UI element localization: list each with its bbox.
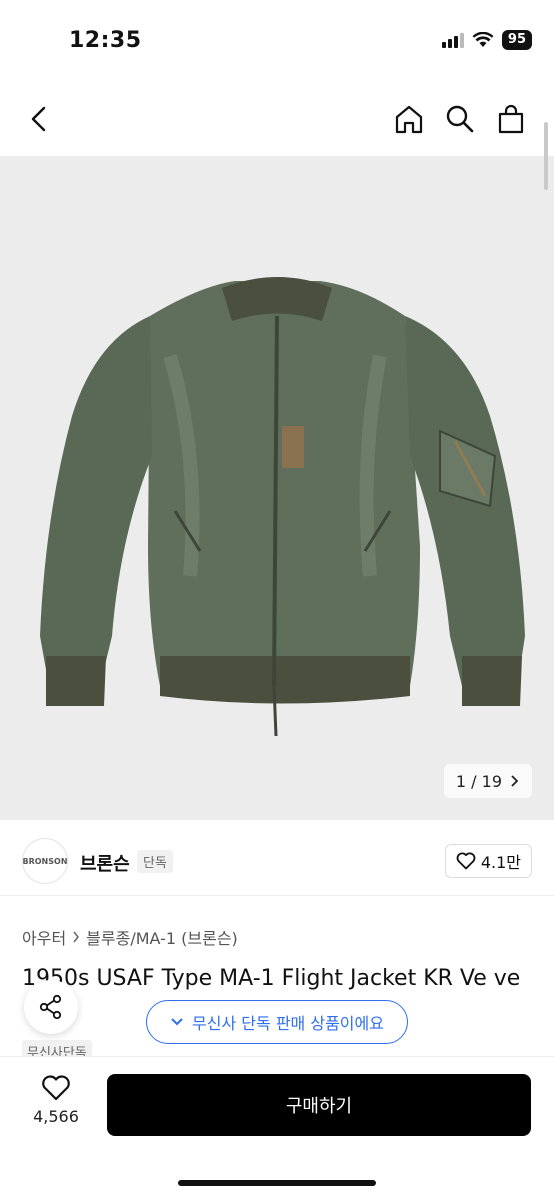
signal-icon	[441, 32, 464, 48]
buy-button[interactable]: 구매하기	[107, 1074, 531, 1136]
brand-name[interactable]: 브론슨	[80, 850, 130, 876]
battery-indicator: 95	[501, 30, 532, 50]
status-bar: 12:35 95	[0, 0, 554, 80]
status-time: 12:35	[69, 28, 142, 53]
status-indicators: 95	[441, 30, 532, 50]
product-image	[40, 277, 525, 737]
chevron-down-icon	[171, 1018, 183, 1026]
brand-row: BRONSON 브론슨 단독 4.1만	[0, 830, 554, 896]
product-title: 1950s USAF Type MA-1 Flight Jacket KR Ve…	[22, 966, 521, 991]
search-icon[interactable]	[443, 102, 477, 136]
breadcrumb-category[interactable]: 아우터	[22, 925, 66, 949]
back-icon[interactable]	[22, 102, 56, 136]
share-button[interactable]	[24, 980, 78, 1034]
bottom-action-bar: 4,566 구매하기	[0, 1056, 554, 1200]
wishlist-count: 4,566	[33, 1107, 79, 1126]
brand-logo-text: BRONSON	[22, 856, 68, 866]
share-icon	[39, 994, 62, 1020]
wifi-icon	[472, 32, 494, 47]
chevron-right-icon	[73, 931, 80, 943]
home-indicator	[178, 1180, 376, 1186]
wishlist-button[interactable]: 4,566	[24, 1075, 88, 1126]
image-counter[interactable]: 1 / 19	[443, 764, 532, 798]
brand-like-count: 4.1만	[480, 853, 521, 872]
heart-icon	[456, 852, 476, 870]
brand-logo[interactable]: BRONSON	[22, 838, 68, 884]
chevron-right-icon	[511, 775, 519, 787]
heart-icon	[42, 1075, 70, 1101]
home-icon[interactable]	[392, 102, 426, 136]
exclusive-notice: 무신사 단독 판매 상품이에요	[146, 1000, 408, 1044]
exclusive-notice-text: 무신사 단독 판매 상품이에요	[192, 1014, 384, 1033]
brand-like-button[interactable]: 4.1만	[444, 844, 532, 878]
top-nav	[0, 90, 554, 150]
breadcrumb-subcategory[interactable]: 블루종/MA-1 (브론슨)	[86, 925, 238, 949]
cart-icon[interactable]	[494, 102, 528, 136]
breadcrumb: 아우터 블루종/MA-1 (브론슨)	[22, 925, 238, 949]
brand-exclusive-tag: 단독	[137, 850, 173, 873]
image-counter-text: 1 / 19	[455, 771, 502, 791]
scrollbar[interactable]	[544, 122, 548, 190]
product-image-gallery[interactable]: 1 / 19	[0, 156, 554, 820]
